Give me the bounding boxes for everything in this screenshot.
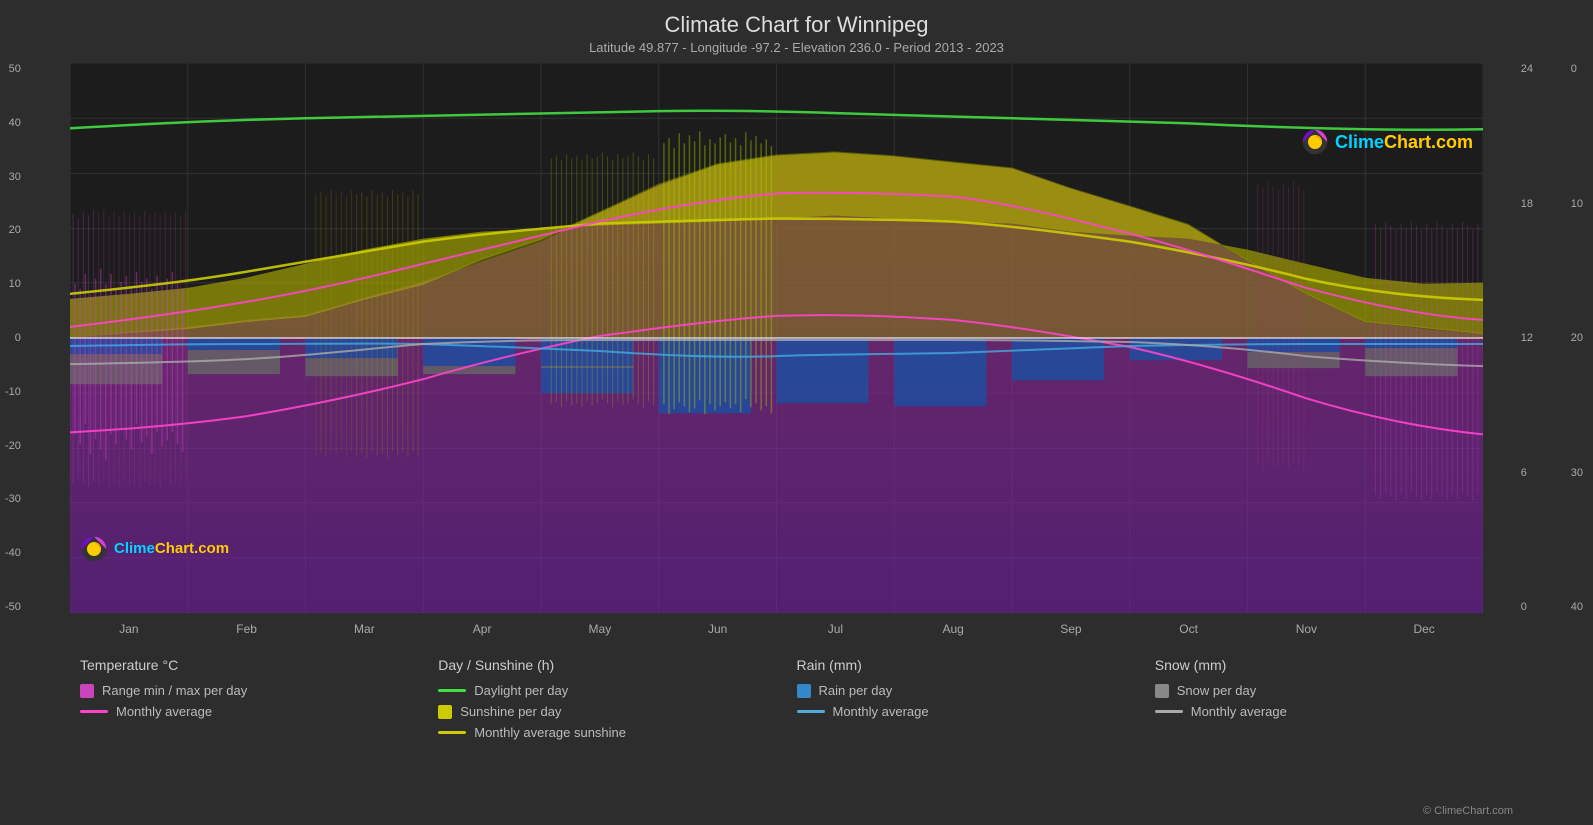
y-left-n50: -50 xyxy=(5,601,21,613)
legend-col-snow: Snow (mm) Snow per day Monthly average xyxy=(1155,657,1513,740)
legend-label-snow-per-day: Snow per day xyxy=(1177,683,1257,698)
title-area: Climate Chart for Winnipeg Latitude 49.8… xyxy=(0,0,1593,55)
y-left-50: 50 xyxy=(9,63,21,75)
logo-text-top: ClimeChart.com xyxy=(1335,132,1473,153)
x-label-jul: Jul xyxy=(777,622,895,636)
y-right-24: 24 xyxy=(1521,63,1533,75)
legend-col-sunshine: Day / Sunshine (h) Daylight per day Suns… xyxy=(438,657,796,740)
copyright: © ClimeChart.com xyxy=(1423,805,1513,817)
y-left-40: 40 xyxy=(9,117,21,129)
legend-item-monthly-avg-snow: Monthly average xyxy=(1155,704,1513,719)
legend-item-monthly-avg-rain: Monthly average xyxy=(797,704,1155,719)
legend-label-monthly-avg-temp: Monthly average xyxy=(116,704,212,719)
y-left-n40: -40 xyxy=(5,547,21,559)
x-label-sep: Sep xyxy=(1012,622,1130,636)
x-label-nov: Nov xyxy=(1248,622,1366,636)
y-right2-40: 40 xyxy=(1571,601,1583,613)
chart-area: ClimeChart.com ClimeChart.com xyxy=(70,63,1483,613)
main-title: Climate Chart for Winnipeg xyxy=(0,12,1593,38)
legend-item-range: Range min / max per day xyxy=(80,683,438,698)
x-label-aug: Aug xyxy=(894,622,1012,636)
legend-title-snow: Snow (mm) xyxy=(1155,657,1513,673)
legend-item-rain-per-day: Rain per day xyxy=(797,683,1155,698)
subtitle: Latitude 49.877 - Longitude -97.2 - Elev… xyxy=(0,40,1593,55)
y-right-0: 0 xyxy=(1521,601,1527,613)
y-axis-right2: 0 10 20 30 40 xyxy=(1571,63,1583,613)
legend-line-monthly-avg-rain xyxy=(797,710,825,713)
y-left-n10: -10 xyxy=(5,386,21,398)
x-label-apr: Apr xyxy=(423,622,541,636)
legend-swatch-snow xyxy=(1155,684,1169,698)
x-label-jan: Jan xyxy=(70,622,188,636)
legend-label-range: Range min / max per day xyxy=(102,683,247,698)
legend-label-monthly-avg-sunshine: Monthly average sunshine xyxy=(474,725,626,740)
y-right2-30: 30 xyxy=(1571,467,1583,479)
y-left-30: 30 xyxy=(9,171,21,183)
legend-line-daylight xyxy=(438,689,466,692)
legend-item-snow-per-day: Snow per day xyxy=(1155,683,1513,698)
logo-icon-bottom xyxy=(80,535,108,563)
x-label-mar: Mar xyxy=(306,622,424,636)
legend-label-daylight: Daylight per day xyxy=(474,683,568,698)
logo-icon-top xyxy=(1301,128,1329,156)
y-axis-left: 50 40 30 20 10 0 -10 -20 -30 -40 -50 xyxy=(5,63,21,613)
legend-label-monthly-avg-snow: Monthly average xyxy=(1191,704,1287,719)
legend-title-temperature: Temperature °C xyxy=(80,657,438,673)
y-left-10: 10 xyxy=(9,278,21,290)
y-left-20: 20 xyxy=(9,224,21,236)
chart-svg xyxy=(70,63,1483,613)
legend-line-monthly-avg-sunshine xyxy=(438,731,466,734)
y-axis-right: 24 18 12 6 0 xyxy=(1516,63,1533,613)
y-left-0: 0 xyxy=(15,332,21,344)
legend-col-temperature: Temperature °C Range min / max per day M… xyxy=(80,657,438,740)
legend-line-monthly-avg-temp xyxy=(80,710,108,713)
legend-line-monthly-avg-snow xyxy=(1155,710,1183,713)
legend-item-daylight: Daylight per day xyxy=(438,683,796,698)
legend-label-monthly-avg-rain: Monthly average xyxy=(833,704,929,719)
legend-label-rain-per-day: Rain per day xyxy=(819,683,893,698)
legend-col-rain: Rain (mm) Rain per day Monthly average xyxy=(797,657,1155,740)
legend-title-rain: Rain (mm) xyxy=(797,657,1155,673)
legend-label-sunshine-per-day: Sunshine per day xyxy=(460,704,561,719)
x-label-jun: Jun xyxy=(659,622,777,636)
legend-swatch-range xyxy=(80,684,94,698)
legend-title-sunshine: Day / Sunshine (h) xyxy=(438,657,796,673)
y-right-6: 6 xyxy=(1521,467,1527,479)
legend-swatch-rain xyxy=(797,684,811,698)
logo-bottom-left: ClimeChart.com xyxy=(80,535,229,563)
chart-wrapper: Temperature °C Day / Sunshine (h) Rain /… xyxy=(70,63,1533,643)
y-left-n30: -30 xyxy=(5,493,21,505)
x-label-feb: Feb xyxy=(188,622,306,636)
y-right2-10: 10 xyxy=(1571,198,1583,210)
y-right2-20: 20 xyxy=(1571,332,1583,344)
x-label-may: May xyxy=(541,622,659,636)
x-label-dec: Dec xyxy=(1365,622,1483,636)
legend-swatch-sunshine xyxy=(438,705,452,719)
y-right-12: 12 xyxy=(1521,332,1533,344)
x-axis: Jan Feb Mar Apr May Jun Jul Aug Sep Oct … xyxy=(70,615,1483,643)
legend-item-monthly-avg-temp: Monthly average xyxy=(80,704,438,719)
legend-item-monthly-avg-sunshine: Monthly average sunshine xyxy=(438,725,796,740)
y-right-18: 18 xyxy=(1521,198,1533,210)
y-right2-0: 0 xyxy=(1571,63,1577,75)
legend-item-sunshine-per-day: Sunshine per day xyxy=(438,704,796,719)
logo-top-right: ClimeChart.com xyxy=(1301,128,1473,156)
legend-area: Temperature °C Range min / max per day M… xyxy=(0,643,1593,740)
y-left-n20: -20 xyxy=(5,440,21,452)
page-container: Climate Chart for Winnipeg Latitude 49.8… xyxy=(0,0,1593,825)
logo-text-bottom: ClimeChart.com xyxy=(114,540,229,558)
x-label-oct: Oct xyxy=(1130,622,1248,636)
